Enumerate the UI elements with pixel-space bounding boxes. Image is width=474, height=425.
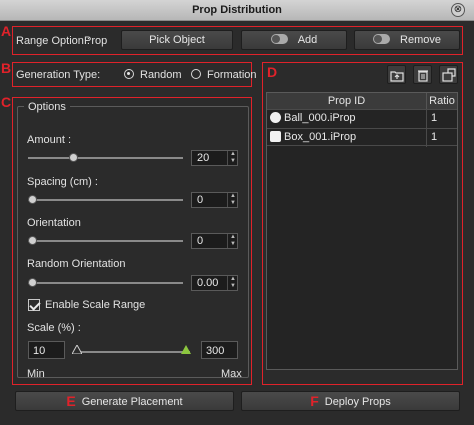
- prop-id-text: Ball_000.iProp: [284, 112, 356, 124]
- toggle-off-icon: [373, 34, 391, 44]
- add-button-label: Add: [297, 34, 318, 46]
- section-b-label: B: [1, 60, 12, 76]
- title-bar: Prop Distribution ⊗: [0, 0, 474, 21]
- close-icon[interactable]: ⊗: [451, 3, 465, 17]
- deploy-props-button[interactable]: F Deploy Props: [241, 391, 460, 411]
- prop-id-cell: Ball_000.iProp: [267, 110, 427, 128]
- prop-id-cell: Box_001.iProp: [267, 129, 427, 147]
- scale-min-handle-icon[interactable]: [72, 345, 82, 354]
- spin-up-icon[interactable]: ▲: [229, 276, 237, 283]
- options-group-title: Options: [24, 101, 70, 113]
- add-prop-button[interactable]: [387, 65, 406, 84]
- formation-radio[interactable]: [191, 69, 201, 79]
- spin-down-icon[interactable]: ▼: [229, 241, 237, 248]
- section-a-label: A: [1, 23, 12, 39]
- formation-radio-label: Formation: [207, 69, 257, 81]
- spacing-spinbox[interactable]: 0 ▲ ▼: [191, 192, 238, 208]
- generate-placement-button[interactable]: E Generate Placement: [15, 391, 234, 411]
- spacing-value: 0: [197, 194, 204, 206]
- scale-label: Scale (%) :: [27, 322, 81, 334]
- random-orientation-slider-track: [28, 282, 183, 284]
- pick-object-button[interactable]: Pick Object: [121, 30, 233, 50]
- cube-icon: [270, 131, 281, 142]
- section-e-label: E: [66, 393, 76, 409]
- scale-max-caption: Max: [221, 368, 242, 380]
- orientation-value: 0: [197, 235, 204, 247]
- random-radio[interactable]: [124, 69, 134, 79]
- table-row[interactable]: Ball_000.iProp 1: [267, 109, 457, 128]
- prop-table: Prop ID Ratio Ball_000.iProp 1 Box_001.i…: [266, 92, 458, 370]
- enable-scale-range-checkbox[interactable]: [28, 299, 40, 311]
- scale-min-input[interactable]: 10: [28, 341, 65, 359]
- scale-min-caption: Min: [27, 368, 45, 380]
- orientation-label: Orientation: [27, 217, 81, 229]
- replace-prop-button[interactable]: [439, 65, 458, 84]
- amount-value: 20: [197, 152, 210, 164]
- range-option-value: Prop: [84, 35, 108, 47]
- amount-label: Amount :: [27, 134, 72, 146]
- enable-scale-range-label: Enable Scale Range: [45, 299, 146, 311]
- random-orientation-label: Random Orientation: [27, 258, 126, 270]
- orientation-slider-track: [28, 240, 183, 242]
- spin-up-icon[interactable]: ▲: [229, 151, 237, 158]
- table-row[interactable]: Box_001.iProp 1: [267, 128, 457, 147]
- spacing-slider-track: [28, 199, 183, 201]
- spacing-label: Spacing (cm) :: [27, 176, 98, 188]
- remove-button[interactable]: Remove: [354, 30, 460, 50]
- replace-prop-icon: [442, 68, 456, 82]
- section-f-label: F: [310, 393, 319, 409]
- spin-up-icon[interactable]: ▲: [229, 234, 237, 241]
- deploy-props-label: Deploy Props: [324, 396, 391, 408]
- sphere-icon: [270, 112, 281, 123]
- scale-range-track: [76, 351, 190, 353]
- import-prop-icon: [390, 71, 404, 82]
- amount-slider-knob[interactable]: [68, 153, 78, 162]
- prop-id-text: Box_001.iProp: [284, 131, 357, 143]
- orientation-slider-knob[interactable]: [28, 236, 37, 245]
- remove-button-label: Remove: [400, 34, 441, 46]
- range-option-label: Range Option :: [16, 35, 90, 47]
- amount-spin-arrows: ▲ ▼: [227, 151, 237, 165]
- add-button[interactable]: Add: [241, 30, 347, 50]
- scale-max-input[interactable]: 300: [201, 341, 238, 359]
- amount-slider-track: [28, 157, 183, 159]
- random-orientation-spin-arrows: ▲ ▼: [227, 276, 237, 290]
- spacing-spin-arrows: ▲ ▼: [227, 193, 237, 207]
- section-c-label: C: [1, 94, 12, 110]
- random-radio-label: Random: [140, 69, 182, 81]
- orientation-spin-arrows: ▲ ▼: [227, 234, 237, 248]
- delete-prop-button[interactable]: [413, 65, 432, 84]
- random-orientation-spinbox[interactable]: 0.00 ▲ ▼: [191, 275, 238, 291]
- prop-id-header[interactable]: Prop ID: [267, 93, 427, 109]
- ratio-cell[interactable]: 1: [427, 129, 457, 147]
- spin-up-icon[interactable]: ▲: [229, 193, 237, 200]
- spin-down-icon[interactable]: ▼: [229, 200, 237, 207]
- generation-type-label: Generation Type:: [16, 69, 101, 81]
- ratio-header[interactable]: Ratio: [427, 93, 457, 109]
- section-d-label: D: [267, 64, 278, 80]
- trash-icon: [418, 70, 428, 82]
- ratio-cell[interactable]: 1: [427, 110, 457, 128]
- amount-spinbox[interactable]: 20 ▲ ▼: [191, 150, 238, 166]
- spacing-slider-knob[interactable]: [28, 195, 37, 204]
- toggle-off-icon: [270, 34, 288, 44]
- scale-max-handle-icon[interactable]: [181, 345, 191, 354]
- orientation-spinbox[interactable]: 0 ▲ ▼: [191, 233, 238, 249]
- spin-down-icon[interactable]: ▼: [229, 158, 237, 165]
- spin-down-icon[interactable]: ▼: [229, 283, 237, 290]
- random-orientation-value: 0.00: [197, 277, 219, 289]
- generate-placement-label: Generate Placement: [81, 396, 183, 408]
- window-title: Prop Distribution: [192, 4, 282, 16]
- random-orientation-slider-knob[interactable]: [28, 278, 37, 287]
